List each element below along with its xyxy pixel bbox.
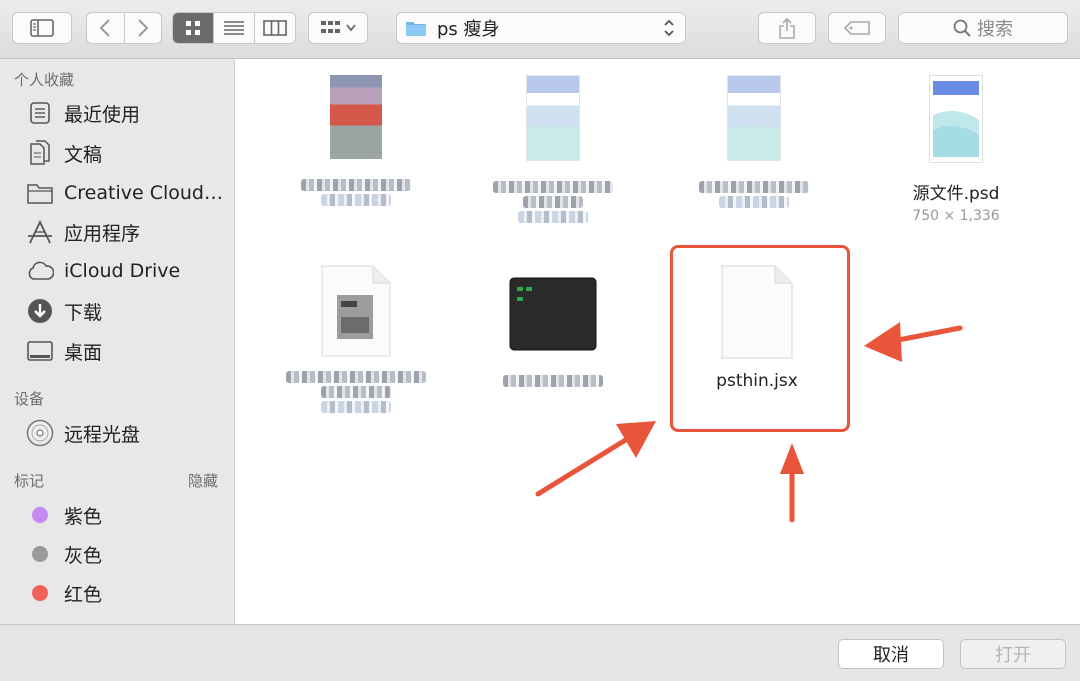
file-item[interactable]: [468, 265, 638, 387]
chevron-left-icon: [99, 19, 110, 37]
devices-header: 设备: [14, 390, 45, 408]
share-icon: [779, 17, 795, 39]
file-item[interactable]: [468, 75, 638, 223]
file-item[interactable]: [271, 265, 441, 413]
blurred-filename: [518, 211, 588, 223]
blurred-filename: [493, 181, 613, 193]
history-nav: [86, 12, 162, 44]
recents-icon: [24, 99, 56, 127]
sidebar-item-label: 最近使用: [64, 103, 141, 126]
column-view-button[interactable]: [253, 13, 295, 43]
share-button[interactable]: [758, 12, 816, 44]
tag-gray-dot: [32, 546, 48, 562]
blurred-filename: [321, 194, 391, 206]
tag-purple-dot: [32, 507, 48, 523]
tags-hide-link[interactable]: 隐藏: [188, 470, 218, 491]
sidebar-item-tag-red[interactable]: 红色: [24, 577, 102, 609]
sidebar-item-applications[interactable]: 应用程序: [24, 216, 140, 248]
sidebar: 个人收藏 最近使用 文稿 Creative Cloud… 应用程序 iCloud…: [0, 59, 235, 624]
cloud-icon: [24, 257, 56, 285]
tag-red-dot: [32, 585, 48, 601]
sidebar-item-label: 应用程序: [64, 222, 141, 245]
sidebar-item-recents[interactable]: 最近使用: [24, 97, 140, 129]
sidebar-toggle-button[interactable]: [12, 12, 72, 44]
file-item-psd[interactable]: 源文件.psd 750 × 1,336: [871, 75, 1041, 224]
sidebar-item-label: 灰色: [64, 544, 103, 567]
sidebar-item-creative-cloud[interactable]: Creative Cloud…: [24, 177, 223, 209]
view-mode-selector: [172, 12, 296, 44]
location-dropdown[interactable]: ps 瘦身: [396, 12, 686, 44]
blurred-filename: [321, 401, 391, 413]
sidebar-item-label: 红色: [64, 583, 103, 606]
sidebar-item-icloud-drive[interactable]: iCloud Drive: [24, 255, 180, 287]
file-item[interactable]: [669, 75, 839, 208]
chevron-down-icon: [346, 24, 356, 32]
blurred-filename: [321, 386, 391, 398]
sidebar-icon: [30, 19, 54, 37]
file-browser: 源文件.psd 750 × 1,336 psthin.jsx: [235, 59, 1080, 624]
sidebar-item-label: 远程光盘: [64, 423, 141, 446]
bottom-bar: 取消 打开: [0, 624, 1080, 681]
columns-icon: [263, 20, 287, 36]
search-field[interactable]: 搜索: [898, 12, 1068, 44]
download-icon: [24, 297, 56, 325]
favorites-header: 个人收藏: [14, 71, 75, 89]
highlight-box: [670, 245, 850, 432]
group-grid-icon: [321, 21, 340, 33]
file-thumbnail: [330, 75, 382, 159]
sidebar-item-downloads[interactable]: 下载: [24, 295, 102, 327]
blurred-filename: [699, 181, 809, 193]
updown-chevron-icon: [664, 19, 674, 37]
applications-icon: [24, 218, 56, 246]
chevron-right-icon: [138, 19, 149, 37]
file-thumbnail: [526, 75, 580, 161]
tags-header: 标记: [14, 472, 45, 490]
sidebar-item-label: iCloud Drive: [64, 260, 181, 282]
file-item[interactable]: [271, 75, 441, 206]
disc-icon: [24, 419, 56, 447]
blurred-filename: [286, 371, 426, 383]
grid-icon: [186, 21, 201, 35]
list-view-button[interactable]: [213, 13, 253, 43]
document-thumbnail: [321, 265, 391, 357]
blurred-filename: [719, 196, 789, 208]
sidebar-item-desktop[interactable]: 桌面: [24, 335, 102, 367]
group-by-button[interactable]: [308, 12, 368, 44]
location-label: ps 瘦身: [437, 19, 500, 40]
search-icon: [953, 19, 971, 37]
forward-button[interactable]: [123, 13, 162, 43]
psd-thumbnail: [929, 75, 983, 163]
sidebar-item-label: 桌面: [64, 341, 103, 364]
blurred-filename: [523, 196, 583, 208]
terminal-thumbnail: [509, 265, 597, 357]
blurred-filename: [301, 179, 411, 191]
file-name: 源文件.psd: [912, 184, 1000, 204]
folder-icon: [24, 179, 56, 207]
cancel-button[interactable]: 取消: [838, 639, 944, 669]
back-button[interactable]: [87, 13, 124, 43]
sidebar-item-label: 紫色: [64, 505, 103, 528]
blurred-filename: [503, 375, 603, 387]
folder-icon: [406, 22, 426, 36]
desktop-icon: [24, 337, 56, 365]
open-button[interactable]: 打开: [960, 639, 1066, 669]
documents-icon: [24, 139, 56, 167]
icon-view-button[interactable]: [173, 13, 214, 43]
sidebar-item-label: 文稿: [64, 143, 103, 166]
sidebar-item-label: Creative Cloud…: [64, 182, 223, 204]
sidebar-item-documents[interactable]: 文稿: [24, 137, 102, 169]
sidebar-item-label: 下载: [64, 301, 103, 324]
file-thumbnail: [727, 75, 781, 161]
sidebar-item-tag-gray[interactable]: 灰色: [24, 538, 102, 570]
search-placeholder: 搜索: [977, 19, 1013, 40]
tag-button[interactable]: [828, 12, 886, 44]
list-icon: [224, 21, 244, 35]
sidebar-item-tag-purple[interactable]: 紫色: [24, 499, 102, 531]
toolbar: ps 瘦身 搜索: [0, 0, 1080, 59]
file-dimensions: 750 × 1,336: [912, 208, 1000, 224]
tag-icon: [843, 21, 870, 35]
sidebar-item-remote-disc[interactable]: 远程光盘: [24, 417, 140, 449]
